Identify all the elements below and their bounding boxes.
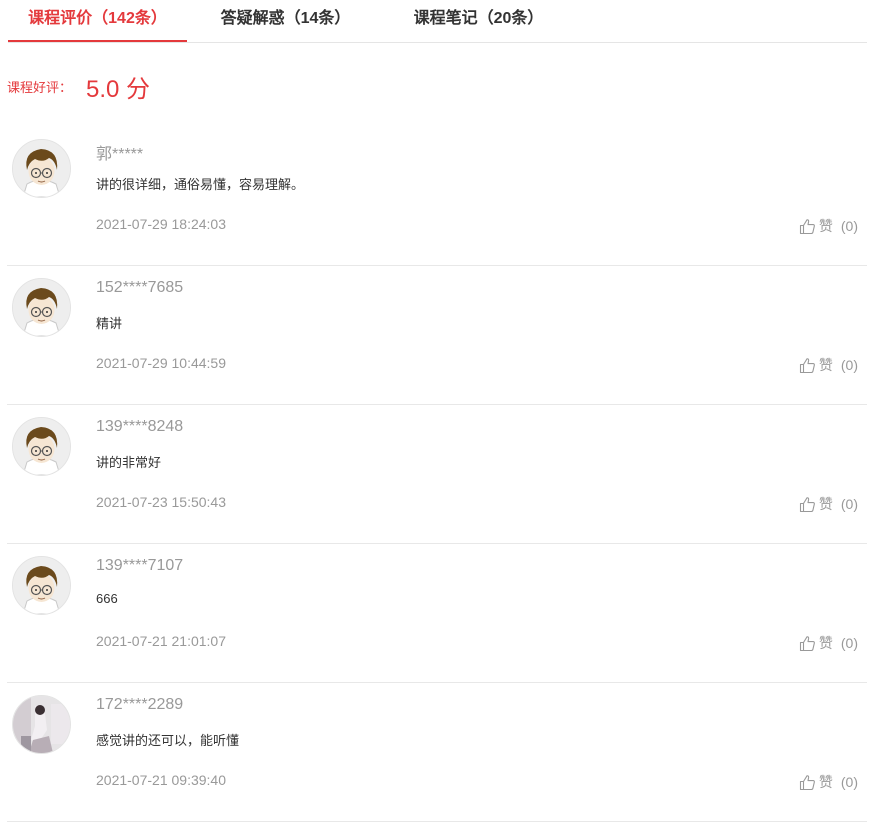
rating-score: 5.0 分: [86, 75, 151, 103]
tab-bar: 课程评价（142条） 答疑解惑（14条） 课程笔记（20条）: [8, 0, 867, 43]
tab-course-reviews[interactable]: 课程评价（142条）: [8, 0, 187, 42]
like-button[interactable]: 赞 (0): [799, 216, 858, 236]
review-item: 172****2289 感觉讲的还可以，能听懂 2021-07-21 09:39…: [7, 683, 867, 822]
review-time: 2021-07-23 15:50:43: [96, 494, 226, 510]
thumbs-up-icon: [799, 218, 815, 234]
tab-qa[interactable]: 答疑解惑（14条）: [213, 0, 358, 41]
review-time: 2021-07-29 10:44:59: [96, 355, 226, 371]
cartoon-boy-avatar: [12, 556, 71, 615]
review-content: 666: [96, 591, 118, 606]
review-time: 2021-07-21 09:39:40: [96, 772, 226, 788]
review-time: 2021-07-21 21:01:07: [96, 633, 226, 649]
review-username: 152****7685: [96, 279, 184, 296]
like-label: 赞: [818, 496, 833, 512]
like-button[interactable]: 赞 (0): [799, 494, 858, 514]
like-count: (0): [840, 357, 858, 373]
review-time: 2021-07-29 18:24:03: [96, 216, 226, 232]
photo-avatar: [12, 695, 71, 754]
like-button[interactable]: 赞 (0): [799, 772, 858, 792]
review-username: 139****7107: [96, 557, 184, 574]
like-count: (0): [840, 218, 858, 234]
cartoon-boy-avatar: [12, 417, 71, 476]
review-username: 172****2289: [96, 696, 184, 713]
review-item: 139****8248 讲的非常好 2021-07-23 15:50:43 赞 …: [7, 405, 867, 544]
course-rating: 课程好评： 5.0 分: [7, 70, 151, 103]
review-content: 精讲: [96, 316, 123, 331]
rating-label: 课程好评：: [7, 79, 73, 95]
cartoon-boy-avatar: [12, 278, 71, 337]
cartoon-boy-avatar: [12, 139, 71, 198]
review-item: 郭***** 讲的很详细，通俗易懂，容易理解。 2021-07-29 18:24…: [7, 127, 867, 266]
tab-course-notes[interactable]: 课程笔记（20条）: [406, 0, 551, 41]
review-item: 152****7685 精讲 2021-07-29 10:44:59 赞 (0): [7, 266, 867, 405]
like-label: 赞: [818, 774, 833, 790]
review-item: 139****7107 666 2021-07-21 21:01:07 赞 (0…: [7, 544, 867, 683]
thumbs-up-icon: [799, 357, 815, 373]
review-username: 139****8248: [96, 418, 184, 435]
like-label: 赞: [818, 357, 833, 373]
review-content: 讲的非常好: [96, 455, 162, 470]
like-count: (0): [840, 496, 858, 512]
review-username: 郭*****: [96, 146, 144, 163]
like-count: (0): [840, 635, 858, 651]
review-content: 感觉讲的还可以，能听懂: [96, 733, 240, 748]
like-button[interactable]: 赞 (0): [799, 355, 858, 375]
thumbs-up-icon: [799, 635, 815, 651]
review-content: 讲的很详细，通俗易懂，容易理解。: [96, 177, 305, 192]
thumbs-up-icon: [799, 496, 815, 512]
like-label: 赞: [818, 218, 833, 234]
like-count: (0): [840, 774, 858, 790]
thumbs-up-icon: [799, 774, 815, 790]
review-list: 郭***** 讲的很详细，通俗易懂，容易理解。 2021-07-29 18:24…: [7, 127, 867, 822]
like-button[interactable]: 赞 (0): [799, 633, 858, 653]
like-label: 赞: [818, 635, 833, 651]
